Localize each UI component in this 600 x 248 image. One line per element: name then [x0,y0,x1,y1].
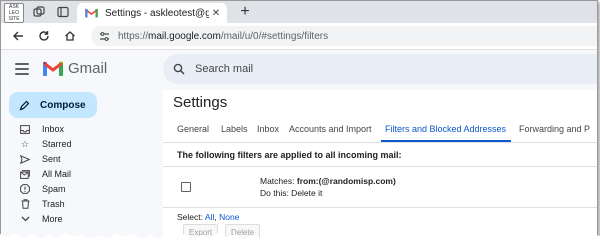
left-nav: Compose Inbox ☆ Starred Sent All Mail Sp… [1,90,163,241]
reload-icon[interactable] [35,27,53,45]
filters-heading: The following filters are applied to all… [177,150,402,160]
tab-actions-icon[interactable] [55,4,71,20]
home-icon[interactable] [61,27,79,45]
gmail-m-logo-icon [43,61,63,76]
filter-matches-value: from:(@randomisp.com) [296,176,396,186]
gmail-logo[interactable]: Gmail [43,60,107,77]
filter-description: Matches: from:(@randomisp.com) Do this: … [260,175,396,199]
page-title: Settings [173,94,228,111]
compose-label: Compose [40,99,86,111]
nav-item-label: Sent [42,154,61,164]
star-icon: ☆ [20,138,30,149]
nav-item-more[interactable]: More [1,212,161,226]
url-path: /mail/u/0/#settings/filters [220,30,329,42]
select-controls: Select: All, None [177,212,239,222]
nav-item-label: Starred [42,139,72,149]
browser-toolbar: https://mail.google.com/mail/u/0/#settin… [1,23,597,50]
address-bar[interactable]: https://mail.google.com/mail/u/0/#settin… [91,26,597,46]
filter-matches: Matches: from:(@randomisp.com) [260,175,396,187]
main-menu-icon[interactable] [15,63,29,75]
select-all-link[interactable]: All [205,212,214,222]
nav-item-label: All Mail [42,169,72,179]
filter-checkbox[interactable] [181,182,191,192]
tab-title: Settings - askleotest@gmail.com [105,7,209,19]
site-info-icon[interactable] [99,31,110,42]
new-tab-icon[interactable]: + [237,3,253,20]
close-icon[interactable]: ✕ [209,8,223,19]
tab-labels[interactable]: Labels [221,124,248,134]
gmail-wordmark: Gmail [68,60,108,77]
settings-tabs: General Labels Inbox Accounts and Import… [163,122,597,143]
search-input[interactable]: Search mail [195,63,253,75]
nav-item-starred[interactable]: ☆ Starred [1,137,161,151]
compose-button[interactable]: Compose [9,92,97,118]
browser-window: ASK LEO SITE Settings - askleotest@gmail… [0,0,598,242]
trash-icon [18,199,32,209]
nav-item-label: Inbox [42,124,65,134]
filter-action: Do this: Delete it [260,188,323,198]
search-icon[interactable] [173,63,185,75]
browser-tab-strip: ASK LEO SITE Settings - askleotest@gmail… [1,1,597,23]
all-mail-icon [18,169,32,179]
filter-matches-label: Matches: [260,176,297,186]
select-none-link[interactable]: None [219,212,239,222]
profile-avatar[interactable]: ASK LEO SITE [4,3,24,23]
gmail-favicon-icon [85,8,99,18]
tab-filters-and-blocked-addresses[interactable]: Filters and Blocked Addresses [385,124,506,134]
nav-item-label: Trash [42,199,65,209]
tab-general[interactable]: General [177,124,209,134]
gmail-header: Gmail Search mail [1,50,597,90]
nav-item-inbox[interactable]: Inbox [1,122,161,136]
browser-tab-gmail[interactable]: Settings - askleotest@gmail.com ✕ [77,3,227,23]
nav-item-trash[interactable]: Trash [1,197,161,211]
nav-item-sent[interactable]: Sent [1,152,161,166]
settings-panel: Settings General Labels Inbox Accounts a… [163,90,597,241]
spam-icon [18,184,32,194]
inbox-icon [18,124,32,134]
nav-item-spam[interactable]: Spam [1,182,161,196]
tab-accounts-and-import[interactable]: Accounts and Import [289,124,372,134]
nav-item-label: More [42,214,63,224]
nav-item-all-mail[interactable]: All Mail [1,167,161,181]
pencil-icon [19,100,30,111]
profile-line-3: SITE [8,16,20,22]
tab-forwarding[interactable]: Forwarding and P [519,124,590,134]
nav-item-label: Spam [42,184,66,194]
url-prefix: https:// [118,30,149,42]
send-icon [18,154,32,164]
active-tab-indicator [381,140,511,142]
back-arrow-icon[interactable] [9,27,27,45]
select-label: Select: [177,212,205,222]
workspaces-icon[interactable] [31,4,47,20]
chevron-down-icon [18,216,32,222]
filter-row: Matches: from:(@randomisp.com) Do this: … [163,166,597,208]
url-host: mail.google.com [148,30,221,42]
torn-edge [0,233,600,248]
search-bar[interactable]: Search mail [163,54,597,84]
tab-inbox[interactable]: Inbox [257,124,279,134]
